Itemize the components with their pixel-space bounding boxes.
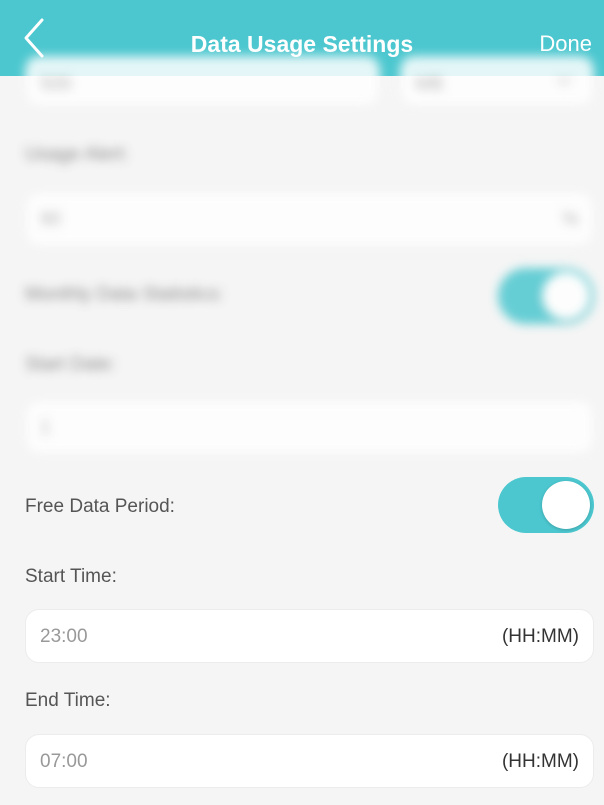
end-time-value: 07:00 — [40, 751, 88, 772]
start-time-input[interactable]: 23:00 (HH:MM) — [25, 609, 594, 663]
start-date-input[interactable]: 1 — [25, 400, 594, 454]
end-time-unit: (HH:MM) — [501, 751, 579, 772]
usage-alert-input[interactable]: 90 % — [25, 192, 594, 246]
data-limit-value: 500 — [40, 74, 72, 95]
free-data-period-toggle[interactable] — [498, 477, 594, 533]
start-time-value: 23:00 — [40, 626, 88, 647]
chevron-down-icon — [556, 76, 572, 86]
toggle-knob — [542, 272, 590, 320]
start-time-label: Start Time: — [25, 566, 117, 587]
toggle-knob — [542, 481, 590, 529]
data-unit-value: MB — [415, 74, 444, 95]
usage-alert-label: Usage Alert: — [25, 144, 129, 165]
blurred-section: 500 MB Usage Alert: 90 % Monthly Data St… — [0, 56, 604, 456]
data-limit-input[interactable]: 500 — [25, 56, 380, 106]
free-data-period-label: Free Data Period: — [25, 496, 175, 517]
end-time-input[interactable]: 07:00 (HH:MM) — [25, 734, 594, 788]
usage-alert-value: 90 — [40, 209, 62, 230]
start-time-unit: (HH:MM) — [501, 626, 579, 647]
monthly-stats-toggle[interactable] — [498, 268, 594, 324]
end-time-label: End Time: — [25, 690, 111, 711]
monthly-stats-label: Monthly Data Statistics: — [25, 284, 224, 305]
usage-alert-unit: % — [562, 209, 579, 230]
data-unit-select[interactable]: MB — [400, 56, 594, 106]
start-date-label: Start Date: — [25, 354, 116, 375]
start-date-value: 1 — [40, 417, 51, 438]
